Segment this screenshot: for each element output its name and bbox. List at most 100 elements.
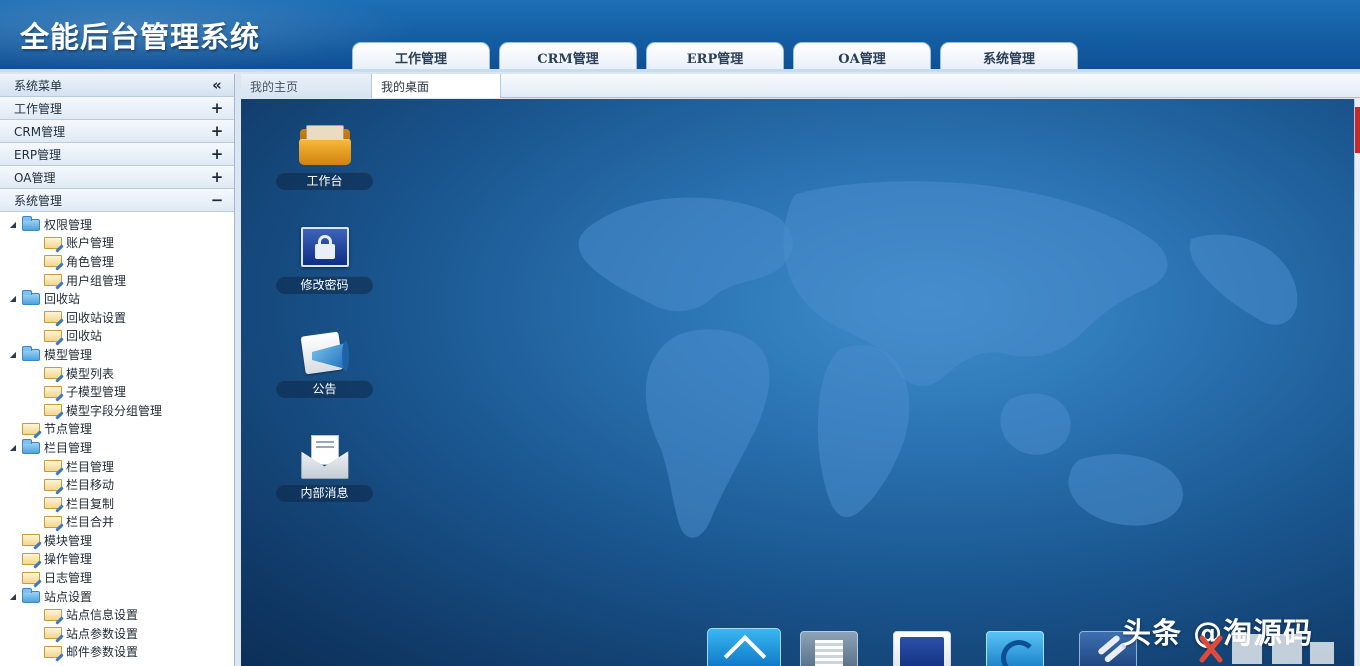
sidebar-title: 系统菜单: [14, 78, 63, 93]
home-icon[interactable]: [707, 628, 781, 666]
tree-node-label: 站点设置: [44, 589, 93, 604]
expand-icon[interactable]: +: [210, 123, 224, 139]
page-icon: [44, 497, 62, 510]
page-icon: [44, 460, 62, 473]
tree-node[interactable]: ◢ 模型管理: [0, 345, 234, 364]
desktop-icon-announcement[interactable]: 公告: [276, 331, 373, 398]
page-icon: [44, 311, 62, 324]
desktop-icon-change-password[interactable]: 修改密码: [276, 227, 373, 294]
tree-node[interactable]: ◢ 回收站: [0, 289, 234, 308]
sidebar-section-system[interactable]: 系统管理 −: [0, 189, 234, 212]
tab-my-home[interactable]: 我的主页: [241, 74, 372, 98]
browser-icon[interactable]: [986, 631, 1044, 666]
page-icon: [22, 571, 40, 584]
tree-node-label: 回收站: [44, 292, 81, 307]
desktop-icon-label: 工作台: [276, 172, 373, 190]
tree-leaf[interactable]: 模型列表: [0, 364, 234, 383]
tree-leaf[interactable]: 栏目复制: [0, 494, 234, 513]
system-menu-tree: ◢ 权限管理 账户管理 角色管理 用户组管理 ◢ 回收站 回收站设置 回收站 ◢ 模型管理 模型列表子…: [0, 212, 234, 661]
collapse-sidebar-icon[interactable]: «: [210, 77, 224, 93]
page-icon: [44, 385, 62, 398]
app-header: 全能后台管理系统 工作管理 CRM管理 ERP管理 OA管理 系统管理: [0, 0, 1360, 72]
right-edge-panel: [1354, 99, 1360, 666]
page-icon: [44, 645, 62, 658]
top-tab-system[interactable]: 系统管理: [940, 42, 1078, 72]
tree-node-label: 节点管理: [44, 422, 93, 437]
desktop-icon-label: 内部消息: [276, 484, 373, 502]
sidebar-section-oa[interactable]: OA管理 +: [0, 166, 234, 189]
tab-my-desktop[interactable]: 我的桌面: [372, 74, 501, 98]
tree-node[interactable]: ◢ 栏目管理: [0, 438, 234, 457]
expanded-arrow-icon[interactable]: ◢: [8, 350, 18, 359]
page-icon: [22, 534, 40, 547]
tree-leaf[interactable]: 账户管理: [0, 234, 234, 253]
tree-node[interactable]: 日志管理: [0, 568, 234, 587]
folder-icon: [22, 290, 40, 306]
tree-leaf[interactable]: 站点信息设置: [0, 605, 234, 624]
tree-leaf[interactable]: 角色管理: [0, 252, 234, 271]
tree-leaf[interactable]: 栏目管理: [0, 457, 234, 476]
document-icon[interactable]: [800, 631, 858, 666]
sidebar-section-work[interactable]: 工作管理 +: [0, 97, 234, 120]
sidebar-section-crm[interactable]: CRM管理 +: [0, 120, 234, 143]
tree-node[interactable]: 节点管理: [0, 420, 234, 439]
page-icon: [44, 274, 62, 287]
collapse-icon[interactable]: −: [210, 192, 224, 208]
content-tabs: 我的主页 我的桌面: [241, 74, 1360, 98]
user-icon[interactable]: [893, 631, 951, 666]
expanded-arrow-icon[interactable]: ◢: [8, 443, 18, 452]
tree-node[interactable]: 模块管理: [0, 531, 234, 550]
expanded-arrow-icon[interactable]: ◢: [8, 220, 18, 229]
top-tab-crm[interactable]: CRM管理: [499, 42, 637, 72]
tree-leaf[interactable]: 回收站: [0, 327, 234, 346]
page-icon: [44, 627, 62, 640]
top-nav-tabs: 工作管理 CRM管理 ERP管理 OA管理 系统管理: [352, 42, 1087, 72]
tree-node-label: 回收站: [66, 329, 103, 344]
desktop-icon-workbench[interactable]: 工作台: [276, 123, 373, 190]
top-tab-erp[interactable]: ERP管理: [646, 42, 784, 72]
desktop-area: 工作台 修改密码 公告 内部消息: [241, 99, 1354, 666]
page-icon: [44, 367, 62, 380]
page-icon: [44, 608, 62, 621]
desktop-icon-internal-message[interactable]: 内部消息: [276, 435, 373, 502]
tree-node-label: 子模型管理: [66, 385, 127, 400]
page-icon: [44, 515, 62, 528]
folder-icon: [22, 215, 40, 231]
sidebar-section-erp[interactable]: ERP管理 +: [0, 143, 234, 166]
tree-node-label: 栏目合并: [66, 515, 115, 530]
tree-node-label: 操作管理: [44, 552, 93, 567]
tree-node[interactable]: 操作管理: [0, 550, 234, 569]
tree-node-label: 模型管理: [44, 347, 93, 362]
tree-node-label: 权限管理: [44, 217, 93, 232]
mail-icon: [298, 435, 352, 481]
expanded-arrow-icon[interactable]: ◢: [8, 592, 18, 601]
page-icon: [22, 552, 40, 565]
tree-node[interactable]: ◢ 权限管理: [0, 215, 234, 234]
tree-leaf[interactable]: 子模型管理: [0, 382, 234, 401]
expand-icon[interactable]: +: [210, 146, 224, 162]
page-icon: [44, 329, 62, 342]
tree-leaf[interactable]: 栏目移动: [0, 475, 234, 494]
tree-leaf[interactable]: 站点参数设置: [0, 624, 234, 643]
tree-node[interactable]: ◢ 站点设置: [0, 587, 234, 606]
app-title: 全能后台管理系统: [20, 20, 261, 54]
tree-leaf[interactable]: 回收站设置: [0, 308, 234, 327]
expand-icon[interactable]: +: [210, 169, 224, 185]
expand-icon[interactable]: +: [210, 100, 224, 116]
tree-leaf[interactable]: 栏目合并: [0, 513, 234, 532]
megaphone-icon: [298, 331, 352, 377]
expanded-arrow-icon[interactable]: ◢: [8, 294, 18, 303]
tree-node-label: 栏目移动: [66, 478, 115, 493]
page-icon: [44, 478, 62, 491]
top-tab-work[interactable]: 工作管理: [352, 42, 490, 72]
tree-leaf[interactable]: 邮件参数设置: [0, 643, 234, 662]
tree-leaf[interactable]: 用户组管理: [0, 271, 234, 290]
tree-node-label: 栏目管理: [66, 459, 115, 474]
lock-icon: [298, 227, 352, 273]
sidebar-section-label: 工作管理: [14, 101, 63, 116]
watermark-logo: [1199, 634, 1334, 664]
top-tab-oa[interactable]: OA管理: [793, 42, 931, 72]
tree-node-label: 日志管理: [44, 571, 93, 586]
tree-node-label: 用户组管理: [66, 273, 127, 288]
tree-leaf[interactable]: 模型字段分组管理: [0, 401, 234, 420]
